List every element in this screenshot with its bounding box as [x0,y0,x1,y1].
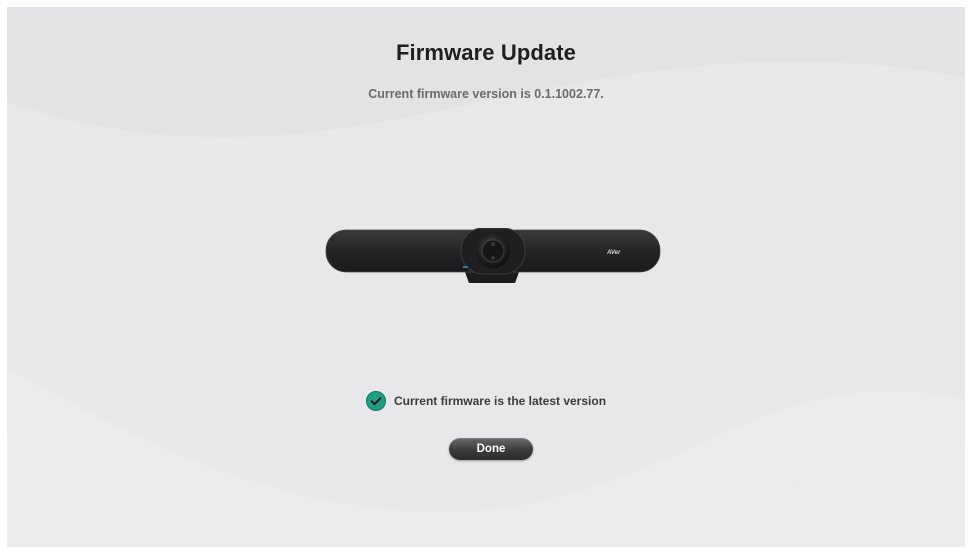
page-title: Firmware Update [396,40,576,65]
device-brand-mark: AVer [606,250,621,256]
done-button[interactable]: Done [449,438,533,460]
firmware-status: Current firmware is the latest version [7,391,965,411]
check-circle-icon [365,391,386,411]
video-bar-camera-image: AVer [325,228,661,283]
firmware-status-text: Current firmware is the latest version [393,394,607,408]
firmware-update-screen: Firmware Update Current firmware version… [7,7,965,547]
firmware-version-text: Current firmware version is 0.1.1002.77. [368,87,604,101]
